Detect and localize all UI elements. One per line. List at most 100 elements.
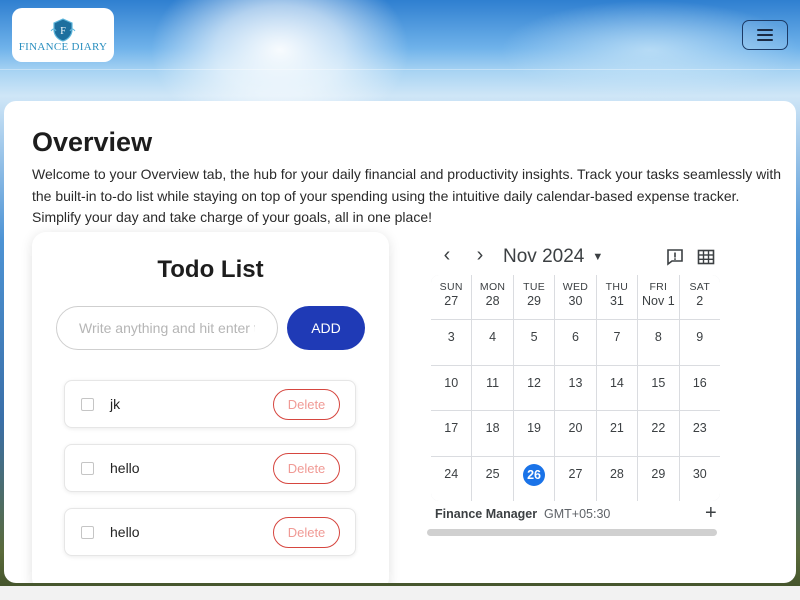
calendar-day-cell[interactable]: 4 bbox=[472, 320, 513, 365]
calendar-day-cell[interactable]: 25 bbox=[472, 456, 513, 501]
calendar-day-cell[interactable]: SUN 27 bbox=[431, 275, 472, 320]
calendar-day-cell[interactable]: TUE 29 bbox=[513, 275, 555, 320]
calendar-month-selector[interactable]: Nov 2024 ▼ bbox=[503, 246, 603, 268]
calendar-day-number: 6 bbox=[572, 330, 579, 345]
calendar-day-cell[interactable]: 21 bbox=[596, 411, 638, 456]
calendar-day-number: 28 bbox=[485, 294, 500, 308]
delete-todo-button[interactable]: Delete bbox=[273, 517, 340, 548]
calendar-day-number: Nov 1 bbox=[642, 294, 675, 308]
chevron-left-icon[interactable]: ‹ bbox=[436, 245, 458, 267]
calendar-weekday-label: MON bbox=[479, 281, 506, 293]
calendar-day-cell[interactable]: 7 bbox=[596, 320, 638, 365]
calendar-day-cell[interactable]: 29 bbox=[638, 456, 679, 501]
calendar-day-cell[interactable]: 27 bbox=[555, 456, 596, 501]
add-todo-button[interactable]: ADD bbox=[287, 306, 365, 350]
calendar-day-cell[interactable]: 10 bbox=[431, 365, 472, 411]
calendar-day-cell[interactable]: SAT 2 bbox=[679, 275, 720, 320]
calendar-day-number: 23 bbox=[692, 421, 707, 436]
calendar-month-label: Nov 2024 bbox=[503, 246, 585, 267]
todo-item-label: jk bbox=[110, 396, 121, 412]
calendar-day-cell[interactable]: 14 bbox=[596, 365, 638, 411]
calendar-day-number: 29 bbox=[651, 466, 666, 481]
caret-down-icon: ▼ bbox=[592, 250, 604, 263]
calendar-day-cell[interactable]: 30 bbox=[679, 456, 720, 501]
feedback-icon[interactable] bbox=[665, 247, 685, 267]
todo-checkbox[interactable] bbox=[81, 462, 94, 475]
calendar-day-cell[interactable]: 18 bbox=[472, 411, 513, 456]
calendar-day-cell[interactable]: 13 bbox=[555, 365, 596, 411]
calendar-day-cell[interactable]: 23 bbox=[679, 411, 720, 456]
calendar-day-number: 16 bbox=[692, 375, 707, 390]
calendar-today-marker: 26 bbox=[523, 463, 546, 486]
calendar-day-number: 24 bbox=[444, 466, 459, 481]
calendar-timezone: GMT+05:30 bbox=[544, 507, 611, 521]
svg-text:F: F bbox=[60, 26, 66, 37]
calendar-grid: SUN 27 MON 28 TUE 29 WED 30 THU 31 FRI Nov 1 SAT 2 3 4 5… bbox=[431, 275, 720, 501]
calendar-day-number: 27 bbox=[444, 294, 459, 308]
calendar-day-cell[interactable]: THU 31 bbox=[596, 275, 638, 320]
calendar-day-cell[interactable]: 22 bbox=[638, 411, 679, 456]
page-bottom-strip bbox=[0, 586, 800, 600]
calendar-day-cell[interactable]: 20 bbox=[555, 411, 596, 456]
calendar-day-cell[interactable]: 15 bbox=[638, 365, 679, 411]
todo-panel: Todo List ADD jk Delete hello Delete hel… bbox=[32, 232, 389, 583]
calendar-day-cell[interactable]: 19 bbox=[513, 411, 555, 456]
todo-checkbox[interactable] bbox=[81, 398, 94, 411]
overview-card: Overview Welcome to your Overview tab, t… bbox=[4, 101, 796, 583]
calendar-day-number: 25 bbox=[485, 466, 500, 481]
calendar-day-number: 30 bbox=[692, 466, 707, 481]
chevron-right-icon[interactable]: › bbox=[469, 245, 491, 267]
calendar-day-cell[interactable]: 3 bbox=[431, 320, 472, 365]
calendar-day-number: 15 bbox=[651, 375, 666, 390]
calendar-day-cell[interactable]: 28 bbox=[596, 456, 638, 501]
calendar-day-number: 28 bbox=[609, 466, 624, 481]
calendar-day-number: 10 bbox=[444, 375, 459, 390]
todo-input[interactable] bbox=[56, 306, 278, 350]
calendar-day-cell[interactable]: 8 bbox=[638, 320, 679, 365]
calendar-day-cell[interactable]: 9 bbox=[679, 320, 720, 365]
hamburger-icon bbox=[757, 29, 773, 41]
calendar-day-cell[interactable]: 16 bbox=[679, 365, 720, 411]
calendar-footer: Finance Manager GMT+05:30 + bbox=[431, 502, 720, 526]
delete-todo-button[interactable]: Delete bbox=[273, 389, 340, 420]
calendar-day-cell[interactable]: WED 30 bbox=[555, 275, 596, 320]
plus-icon[interactable]: + bbox=[705, 502, 717, 525]
calendar-name: Finance Manager bbox=[435, 507, 538, 521]
calendar-day-number: 17 bbox=[444, 421, 459, 436]
calendar-day-number: 20 bbox=[568, 421, 583, 436]
menu-toggle-button[interactable] bbox=[742, 20, 788, 50]
calendar-day-number: 12 bbox=[527, 375, 542, 390]
calendar-day-number: 19 bbox=[527, 421, 542, 436]
calendar-header: ‹ › Nov 2024 ▼ bbox=[427, 237, 720, 275]
calendar-day-number: 3 bbox=[447, 330, 455, 345]
todo-checkbox[interactable] bbox=[81, 526, 94, 539]
overview-intro: Welcome to your Overview tab, the hub fo… bbox=[32, 166, 782, 225]
calendar-day-cell[interactable]: FRI Nov 1 bbox=[638, 275, 679, 320]
calendar-day-number: 29 bbox=[527, 294, 542, 308]
calendar-day-cell[interactable]: MON 28 bbox=[472, 275, 513, 320]
brand-name: FINANCE DIARY bbox=[18, 41, 108, 53]
calendar-weekday-label: TUE bbox=[523, 281, 546, 293]
calendar-day-number: 27 bbox=[568, 466, 583, 481]
calendar-day-number: 5 bbox=[530, 330, 538, 345]
calendar-day-cell[interactable]: 11 bbox=[472, 365, 513, 411]
delete-todo-button[interactable]: Delete bbox=[273, 453, 340, 484]
grid-view-icon[interactable] bbox=[696, 247, 716, 267]
calendar-day-cell[interactable]: 12 bbox=[513, 365, 555, 411]
calendar-day-cell[interactable]: 24 bbox=[431, 456, 472, 501]
todo-item: hello Delete bbox=[64, 508, 356, 556]
calendar-widget: ‹ › Nov 2024 ▼ SUN 27 MON 28 TUE 29 WED 30 THU 31 F… bbox=[427, 237, 720, 537]
calendar-day-number: 30 bbox=[568, 294, 583, 308]
calendar-weekday-label: SUN bbox=[439, 281, 463, 293]
calendar-day-number: 31 bbox=[609, 294, 624, 308]
calendar-day-number: 8 bbox=[654, 330, 662, 345]
calendar-weekday-label: SAT bbox=[689, 281, 711, 293]
calendar-day-cell[interactable]: 26 bbox=[513, 456, 555, 501]
brand-logo[interactable]: F FINANCE DIARY bbox=[12, 8, 114, 62]
calendar-day-number: 21 bbox=[609, 421, 624, 436]
calendar-day-number: 11 bbox=[486, 375, 500, 390]
calendar-day-cell[interactable]: 6 bbox=[555, 320, 596, 365]
calendar-scrollbar[interactable] bbox=[427, 529, 717, 536]
calendar-day-cell[interactable]: 17 bbox=[431, 411, 472, 456]
calendar-day-cell[interactable]: 5 bbox=[513, 320, 555, 365]
